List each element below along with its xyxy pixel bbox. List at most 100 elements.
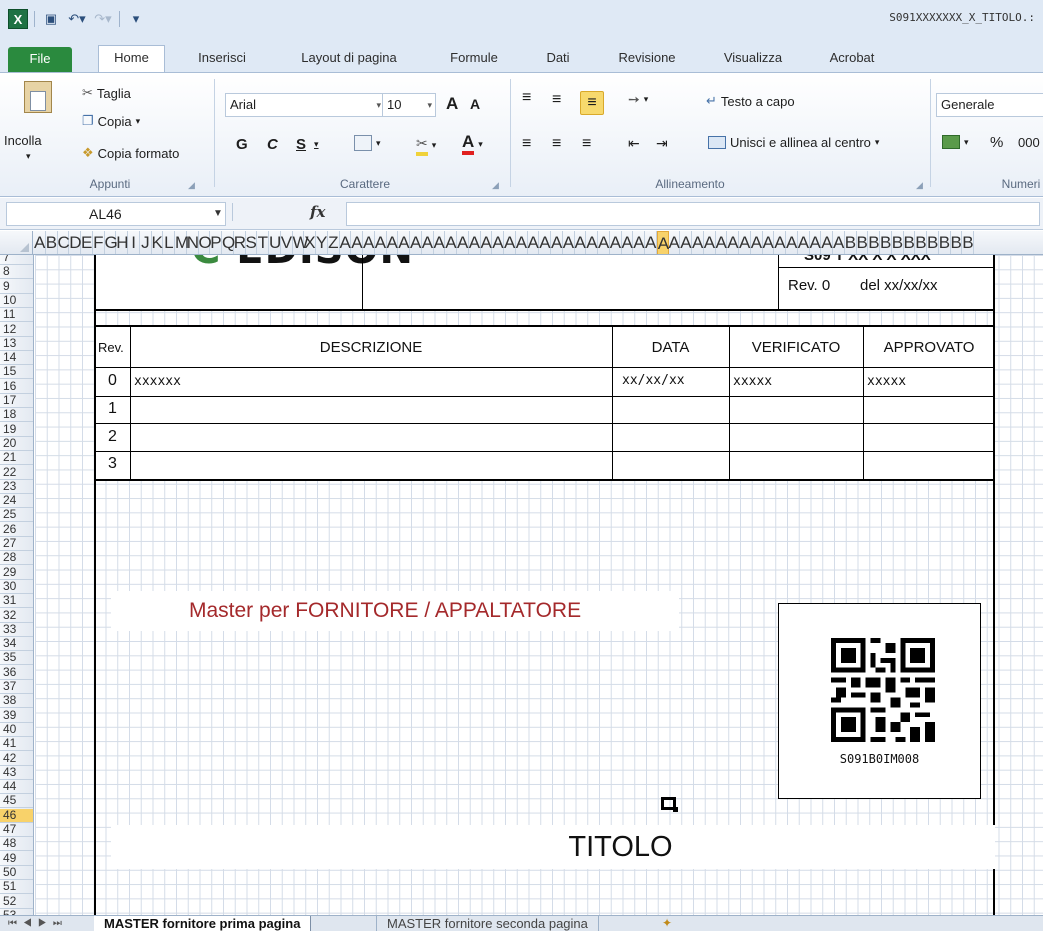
cut-button[interactable]: ✂ Taglia bbox=[82, 85, 131, 101]
row-header[interactable]: 12 bbox=[0, 323, 33, 337]
column-header[interactable]: O bbox=[199, 231, 212, 254]
formula-input[interactable] bbox=[346, 202, 1040, 226]
column-header[interactable]: C bbox=[58, 231, 70, 254]
column-header[interactable]: G bbox=[105, 231, 118, 254]
column-header[interactable]: A bbox=[492, 231, 504, 254]
column-header[interactable]: A bbox=[363, 231, 375, 254]
column-header[interactable]: B bbox=[868, 231, 880, 254]
align-right-button[interactable]: ≡ bbox=[582, 135, 591, 153]
percent-button[interactable]: % bbox=[990, 134, 1003, 151]
row-header[interactable]: 49 bbox=[0, 852, 33, 866]
column-header[interactable]: A bbox=[539, 231, 551, 254]
row-header[interactable]: 24 bbox=[0, 494, 33, 509]
increase-indent-button[interactable]: ⇥ bbox=[656, 135, 668, 152]
column-header[interactable]: P bbox=[210, 231, 222, 254]
thousands-button[interactable]: 000 bbox=[1018, 135, 1040, 150]
column-header[interactable]: B bbox=[46, 231, 58, 254]
row-header[interactable]: 30 bbox=[0, 580, 33, 594]
column-header[interactable]: A bbox=[774, 231, 786, 254]
dialog-launcher-icon[interactable]: ◢ bbox=[188, 180, 195, 191]
row-header[interactable]: 52 bbox=[0, 895, 33, 909]
column-header[interactable]: U bbox=[269, 231, 281, 254]
column-header[interactable]: B bbox=[951, 231, 963, 254]
column-header[interactable]: A bbox=[704, 231, 716, 254]
tab-revisione[interactable]: Revisione bbox=[606, 46, 688, 72]
column-header[interactable]: A bbox=[810, 231, 822, 254]
column-header[interactable]: A bbox=[716, 231, 728, 254]
column-header[interactable]: A bbox=[375, 231, 387, 254]
row-header[interactable]: 14 bbox=[0, 351, 33, 366]
row-header[interactable]: 9 bbox=[0, 280, 33, 294]
merge-center-button[interactable]: Unisci e allinea al centro ▾ bbox=[708, 135, 879, 150]
row-header[interactable]: 31 bbox=[0, 594, 33, 609]
accounting-format-button[interactable]: ▾ bbox=[942, 135, 969, 149]
grow-font-button[interactable]: A bbox=[446, 94, 458, 114]
column-header[interactable]: A bbox=[669, 231, 681, 254]
column-header[interactable]: A bbox=[656, 231, 669, 254]
orientation-button[interactable]: ➙ ▾ bbox=[628, 91, 648, 108]
fill-color-button[interactable]: ✂ ▾ bbox=[416, 135, 436, 156]
column-header[interactable]: A bbox=[763, 231, 775, 254]
column-header[interactable]: I bbox=[128, 231, 140, 254]
column-header[interactable]: A bbox=[563, 231, 575, 254]
column-header[interactable]: A bbox=[821, 231, 833, 254]
save-icon[interactable]: ▣ bbox=[41, 9, 61, 29]
row-header[interactable]: 16 bbox=[0, 380, 33, 394]
paste-label[interactable]: Incolla bbox=[4, 133, 42, 148]
column-header[interactable]: L bbox=[163, 231, 175, 254]
row-headers[interactable]: 7 8 9 10 11 12 13 14 15 16 17 18 19 20 21 22 23 24 25 26 27 2… bbox=[0, 255, 34, 915]
number-format-select[interactable]: Generale bbox=[936, 93, 1043, 117]
row-header[interactable]: 8 bbox=[0, 265, 33, 280]
column-header[interactable]: X bbox=[304, 231, 316, 254]
row-header[interactable]: 11 bbox=[0, 308, 33, 323]
column-header[interactable]: T bbox=[257, 231, 269, 254]
column-header[interactable]: A bbox=[680, 231, 692, 254]
align-center-button[interactable]: ≡ bbox=[552, 135, 561, 153]
column-header[interactable]: A bbox=[398, 231, 410, 254]
chevron-down-icon[interactable]: ▾ bbox=[26, 151, 31, 162]
column-header[interactable]: F bbox=[93, 231, 105, 254]
column-header[interactable]: W bbox=[293, 231, 309, 254]
sheet-tab-prima-pagina[interactable]: MASTER fornitore prima pagina bbox=[94, 916, 312, 931]
row-header[interactable]: 33 bbox=[0, 623, 33, 637]
row-header[interactable]: 36 bbox=[0, 666, 33, 680]
row-header[interactable]: 29 bbox=[0, 566, 33, 580]
column-header[interactable]: A bbox=[586, 231, 598, 254]
column-header[interactable]: N bbox=[187, 231, 199, 254]
column-header[interactable]: B bbox=[857, 231, 869, 254]
column-header[interactable]: A bbox=[410, 231, 422, 254]
borders-button[interactable]: ▾ bbox=[354, 135, 381, 151]
row-header[interactable]: 48 bbox=[0, 837, 33, 852]
column-header[interactable]: M bbox=[175, 231, 189, 254]
tab-file[interactable]: File bbox=[8, 47, 72, 72]
column-header[interactable]: B bbox=[927, 231, 939, 254]
tab-formule[interactable]: Formule bbox=[438, 46, 510, 72]
column-header[interactable]: D bbox=[69, 231, 82, 254]
column-header[interactable]: H bbox=[116, 231, 129, 254]
row-header[interactable]: 15 bbox=[0, 365, 33, 380]
active-cell[interactable] bbox=[661, 797, 678, 812]
row-header[interactable]: 21 bbox=[0, 451, 33, 466]
column-header[interactable]: Z bbox=[328, 231, 340, 254]
row-header[interactable]: 19 bbox=[0, 423, 33, 437]
worksheet[interactable]: Є EDISON S09 T XX X X XXX Rev. 0 del xx/… bbox=[35, 255, 1043, 915]
tab-acrobat[interactable]: Acrobat bbox=[818, 46, 886, 72]
column-header[interactable]: B bbox=[845, 231, 857, 254]
tab-visualizza[interactable]: Visualizza bbox=[712, 46, 794, 72]
row-header[interactable]: 50 bbox=[0, 866, 33, 880]
underline-button[interactable]: S ▾ bbox=[296, 136, 319, 153]
column-header[interactable]: A bbox=[340, 231, 352, 254]
font-size-select[interactable]: 10 ▾ bbox=[382, 93, 436, 117]
row-header[interactable]: 13 bbox=[0, 337, 33, 351]
dialog-launcher-icon[interactable]: ◢ bbox=[492, 180, 499, 191]
column-header[interactable]: A bbox=[645, 231, 657, 254]
copy-button[interactable]: ❐ Copia ▾ bbox=[82, 113, 140, 129]
column-header[interactable]: A bbox=[833, 231, 845, 254]
row-header[interactable]: 40 bbox=[0, 723, 33, 737]
row-header[interactable]: 37 bbox=[0, 680, 33, 694]
column-header[interactable]: A bbox=[469, 231, 481, 254]
column-header[interactable]: J bbox=[140, 231, 152, 254]
sheet-nav-buttons[interactable]: ⏮◀▶⏭ bbox=[8, 916, 68, 931]
tab-inserisci[interactable]: Inserisci bbox=[186, 46, 258, 72]
last-sheet-icon[interactable]: ⏭ bbox=[53, 918, 68, 929]
